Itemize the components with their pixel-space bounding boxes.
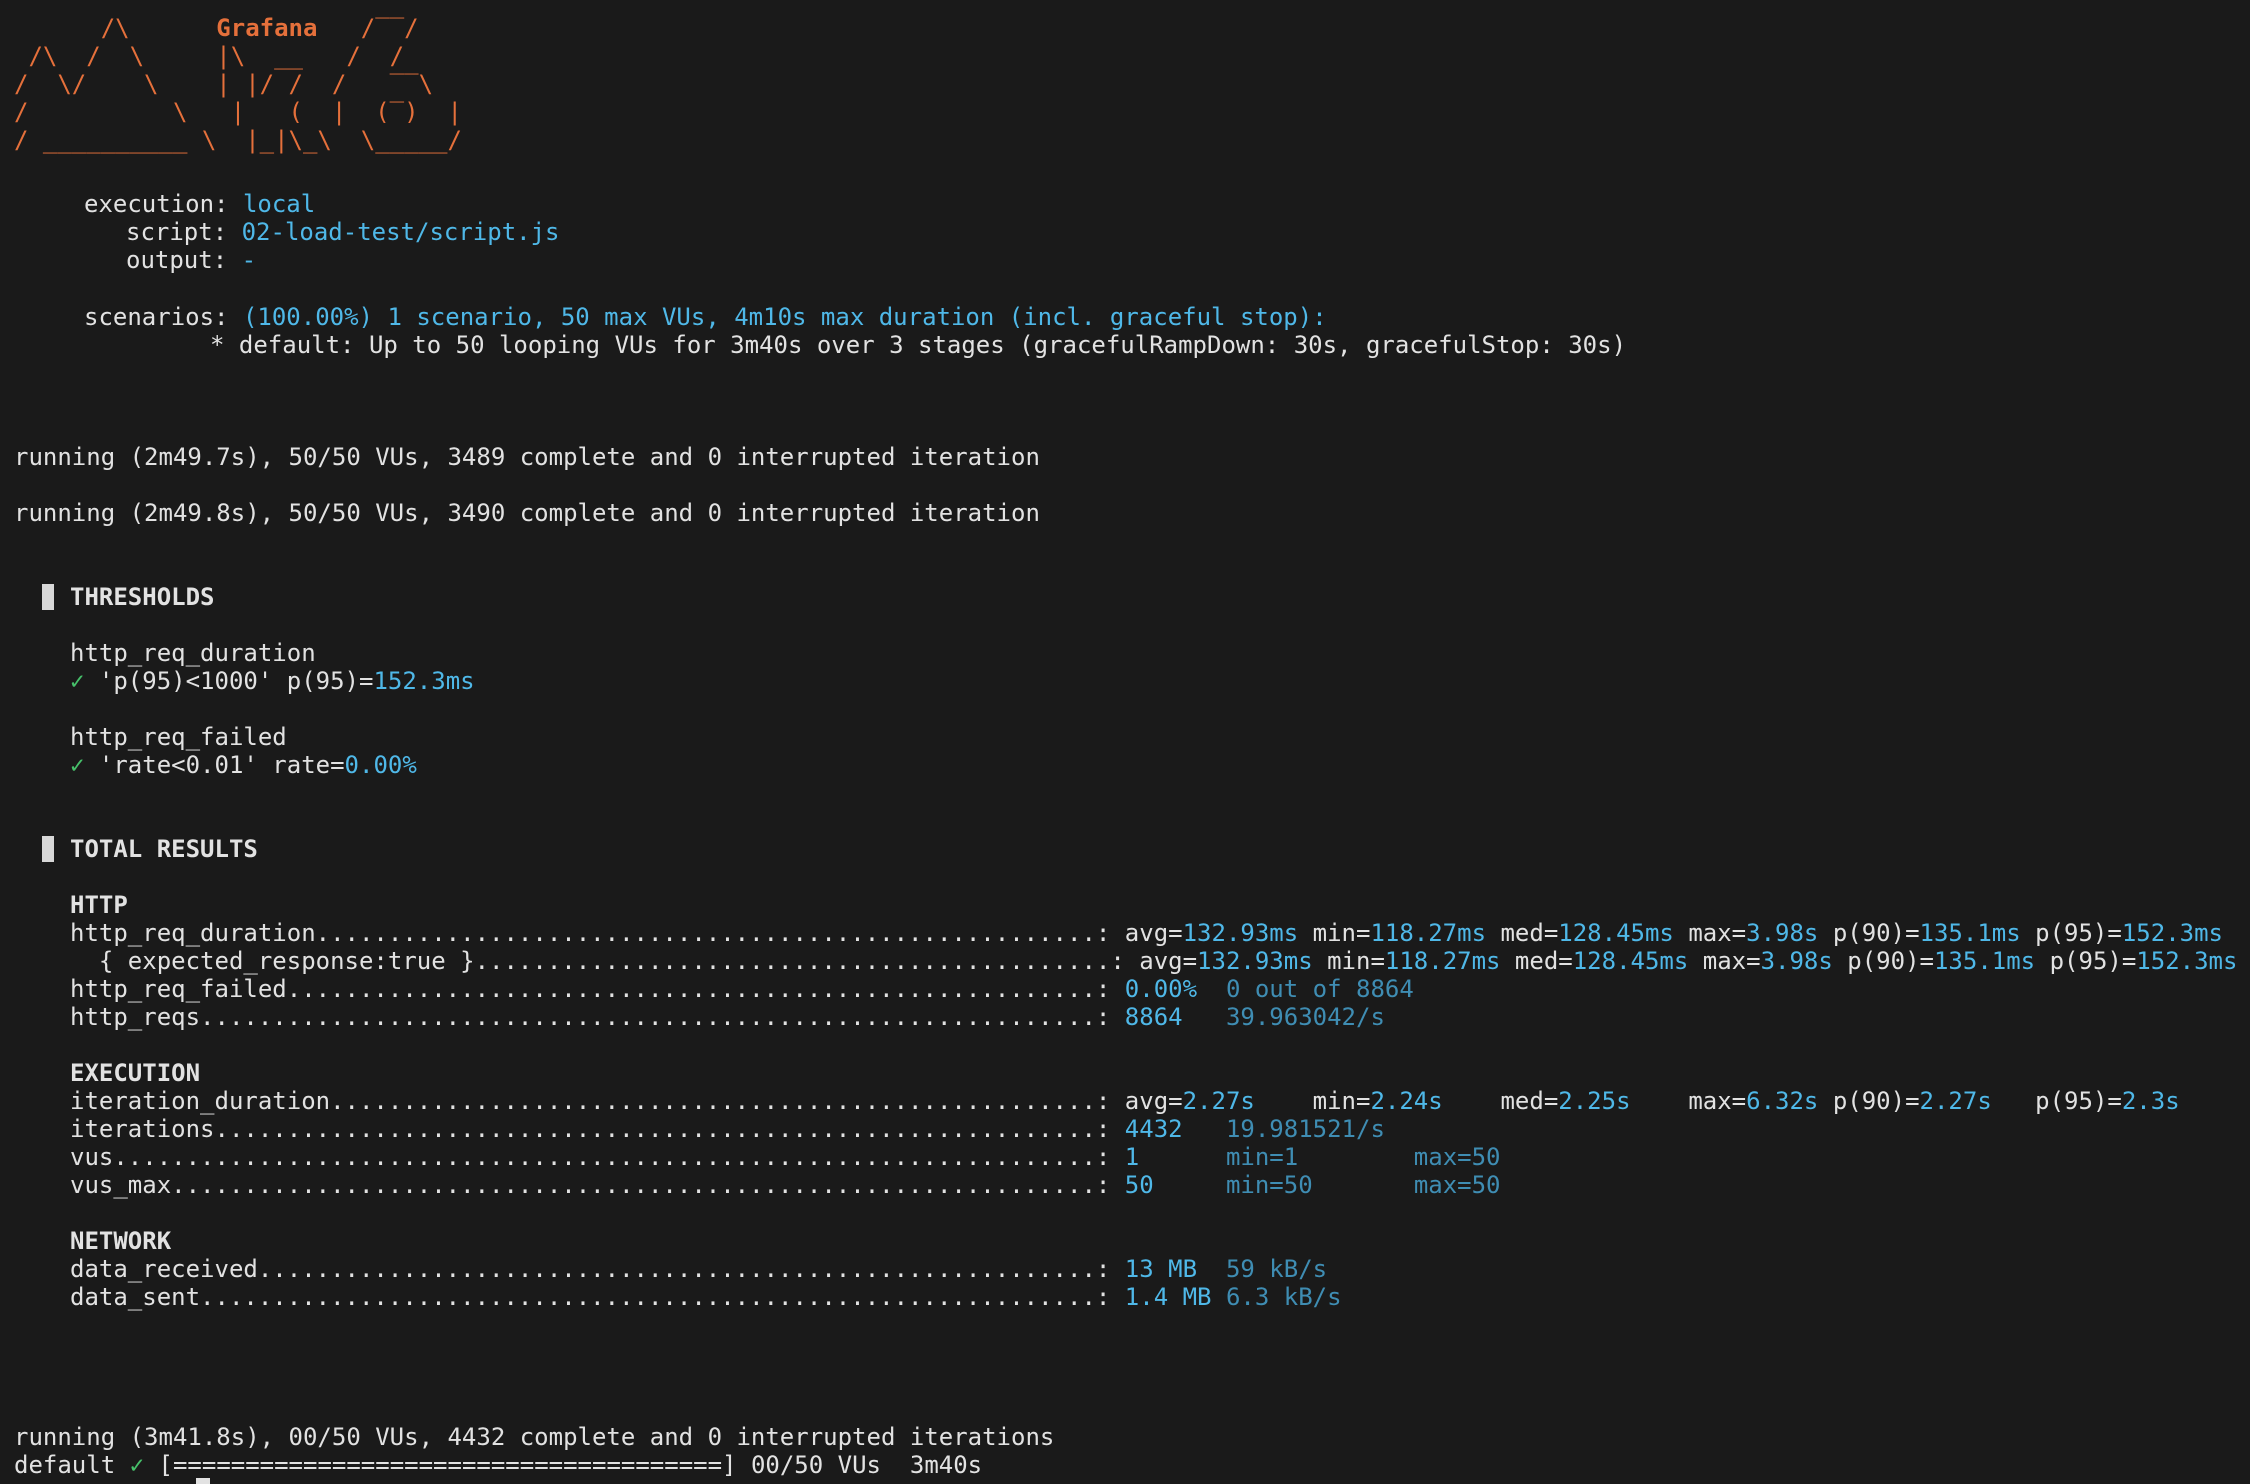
k6-logo: /\ Grafana /‾‾/ /\ / \ |\ __ / / / \/ \ …: [14, 14, 476, 154]
threshold-metric-failed: http_req_failed: [70, 723, 287, 751]
total-results-header: TOTAL RESULTS: [42, 835, 258, 863]
terminal-cursor: [196, 1478, 210, 1484]
data-received-row: data_received...........................…: [70, 1255, 1328, 1283]
progress-line-1: running (2m49.7s), 50/50 VUs, 3489 compl…: [14, 443, 1040, 471]
check-icon: ✓: [70, 667, 85, 695]
check-icon: ✓: [129, 1451, 145, 1479]
scenarios-value: (100.00%) 1 scenario, 50 max VUs, 4m10s …: [242, 303, 1327, 331]
data-sent-row: data_sent...............................…: [70, 1283, 1342, 1311]
threshold-rule-failed: ✓ 'rate<0.01' rate=0.00%: [70, 751, 417, 779]
http-reqs-row: http_reqs...............................…: [70, 1003, 1385, 1031]
vus-row: vus.....................................…: [70, 1143, 1501, 1171]
progress-bar: [======================================]: [158, 1451, 737, 1479]
execution-line: execution: local: [84, 190, 315, 218]
output-label: output:: [126, 246, 228, 274]
script-value: 02-load-test/script.js: [241, 218, 560, 246]
output-line: output: -: [126, 246, 256, 274]
script-label: script:: [126, 218, 228, 246]
final-progress-line: running (3m41.8s), 00/50 VUs, 4432 compl…: [14, 1423, 1055, 1451]
http-req-duration-row: http_req_duration.......................…: [70, 919, 2223, 947]
scenarios-label: scenarios:: [84, 303, 229, 331]
threshold-metric-duration: http_req_duration: [70, 639, 316, 667]
execution-value: local: [242, 190, 316, 218]
output-value: -: [241, 246, 257, 274]
section-bar: [42, 836, 54, 862]
expected-response-row: { expected_response:true }..............…: [70, 947, 2238, 975]
http-req-failed-row: http_req_failed.........................…: [70, 975, 1414, 1003]
scenarios-line: scenarios: (100.00%) 1 scenario, 50 max …: [84, 303, 1327, 331]
vus-max-row: vus_max.................................…: [70, 1171, 1501, 1199]
iteration-duration-row: iteration_duration......................…: [70, 1087, 2180, 1115]
iterations-row: iterations..............................…: [70, 1115, 1385, 1143]
section-bar: [42, 584, 54, 610]
default-progress-bar: default ✓ [=============================…: [14, 1451, 983, 1479]
thresholds-header: THRESHOLDS: [42, 583, 215, 611]
script-line: script: 02-load-test/script.js: [126, 218, 560, 246]
scenario-detail: * default: Up to 50 looping VUs for 3m40…: [210, 331, 1627, 359]
http-section-header: HTTP: [70, 891, 128, 919]
progress-line-2: running (2m49.8s), 50/50 VUs, 3490 compl…: [14, 499, 1040, 527]
threshold-rule-duration: ✓ 'p(95)<1000' p(95)=152.3ms: [70, 667, 475, 695]
execution-label: execution:: [84, 190, 229, 218]
logo-art: /\ Grafana /‾‾/ /\ / \ |\ __ / / / \/ \ …: [14, 14, 462, 154]
network-section-header: NETWORK: [70, 1227, 172, 1255]
execution-section-header: EXECUTION: [70, 1059, 201, 1087]
grafana-brand: Grafana: [216, 14, 318, 42]
check-icon: ✓: [70, 751, 85, 779]
